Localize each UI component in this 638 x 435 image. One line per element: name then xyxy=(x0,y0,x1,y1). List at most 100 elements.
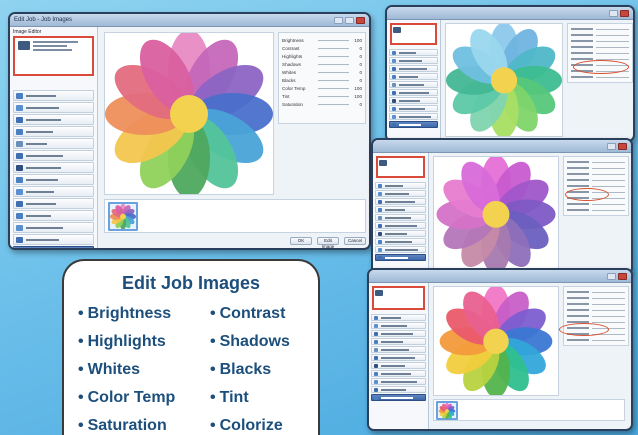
adjustment-slider[interactable] xyxy=(592,173,625,175)
sidebar-menu-item[interactable] xyxy=(371,314,426,321)
adjustment-slider[interactable] xyxy=(592,185,625,187)
adjustment-slider[interactable] xyxy=(592,339,625,341)
sidebar-menu-item[interactable] xyxy=(389,97,438,104)
adjustment-row[interactable] xyxy=(568,74,632,80)
close-button[interactable] xyxy=(620,9,629,17)
adjustment-slider[interactable] xyxy=(318,39,349,41)
job-card[interactable] xyxy=(13,36,94,76)
sidebar-menu-item[interactable] xyxy=(389,65,438,72)
adjustment-slider[interactable] xyxy=(592,161,625,163)
maximize-button[interactable] xyxy=(345,16,354,24)
ok-button[interactable]: OK xyxy=(290,237,312,245)
sidebar-menu-item[interactable] xyxy=(371,362,426,369)
sidebar-menu-item[interactable] xyxy=(13,198,94,209)
close-button[interactable] xyxy=(356,16,365,24)
sidebar-menu-item[interactable] xyxy=(13,126,94,137)
edit-image-button[interactable]: Edit Image xyxy=(317,237,339,248)
adjustment-slider[interactable] xyxy=(592,309,625,311)
adjustment-row[interactable] xyxy=(564,337,628,343)
cancel-button[interactable]: Cancel xyxy=(344,237,366,245)
sidebar-menu-item[interactable] xyxy=(13,246,94,248)
sidebar-menu-item[interactable] xyxy=(389,89,438,96)
adjustment-slider[interactable] xyxy=(592,167,625,169)
adjustment-slider[interactable] xyxy=(592,315,625,317)
sidebar-menu-item[interactable] xyxy=(389,113,438,120)
minimize-button[interactable] xyxy=(607,272,616,280)
sidebar-menu-item[interactable] xyxy=(371,394,426,401)
adjustment-row[interactable]: Highlights 0 xyxy=(279,52,365,60)
adjustment-slider[interactable] xyxy=(592,203,625,205)
job-card[interactable] xyxy=(376,156,425,178)
adjustment-slider[interactable] xyxy=(318,95,349,97)
adjustment-slider[interactable] xyxy=(318,63,349,65)
adjustment-slider[interactable] xyxy=(592,291,625,293)
sidebar-menu-item[interactable] xyxy=(389,121,438,128)
minimize-button[interactable] xyxy=(334,16,343,24)
sidebar-menu-item[interactable] xyxy=(13,162,94,173)
close-button[interactable] xyxy=(618,142,627,150)
adjustment-slider[interactable] xyxy=(318,47,349,49)
sidebar-menu-item[interactable] xyxy=(13,90,94,101)
sidebar-menu-item[interactable] xyxy=(371,322,426,329)
sidebar-menu-item[interactable] xyxy=(375,198,426,205)
adjustment-slider[interactable] xyxy=(318,103,349,105)
sidebar-menu-item[interactable] xyxy=(13,222,94,233)
sidebar-menu-item[interactable] xyxy=(371,378,426,385)
adjustment-row[interactable]: Brightness 100 xyxy=(279,36,365,44)
adjustment-row[interactable]: Tint 100 xyxy=(279,92,365,100)
job-card[interactable] xyxy=(390,23,437,45)
image-thumbnail[interactable] xyxy=(436,401,458,420)
sidebar-menu-item[interactable] xyxy=(13,174,94,185)
adjustment-row[interactable]: Contrast 0 xyxy=(279,44,365,52)
sidebar-menu-item[interactable] xyxy=(389,105,438,112)
minimize-button[interactable] xyxy=(609,9,618,17)
adjustment-row[interactable]: Color Temp 100 xyxy=(279,84,365,92)
adjustment-row[interactable] xyxy=(564,207,628,213)
adjustment-slider[interactable] xyxy=(592,297,625,299)
adjustment-slider[interactable] xyxy=(318,87,349,89)
adjustment-slider[interactable] xyxy=(318,79,349,81)
sidebar-menu-item[interactable] xyxy=(371,370,426,377)
adjustment-slider[interactable] xyxy=(592,321,625,323)
sidebar-menu-item[interactable] xyxy=(389,73,438,80)
sidebar-menu-item[interactable] xyxy=(13,150,94,161)
sidebar-menu-item[interactable] xyxy=(389,81,438,88)
sidebar-menu-item[interactable] xyxy=(389,49,438,56)
sidebar-menu-item[interactable] xyxy=(375,246,426,253)
adjustment-slider[interactable] xyxy=(592,179,625,181)
adjustment-row[interactable]: Whites 0 xyxy=(279,68,365,76)
adjustment-slider[interactable] xyxy=(318,55,349,57)
sidebar-menu-item[interactable] xyxy=(389,57,438,64)
sidebar-menu-item[interactable] xyxy=(375,214,426,221)
sidebar-menu-item[interactable] xyxy=(13,186,94,197)
sidebar-menu-item[interactable] xyxy=(371,386,426,393)
sidebar-menu-item[interactable] xyxy=(371,346,426,353)
sidebar-menu-item[interactable] xyxy=(375,190,426,197)
sidebar-menu-item[interactable] xyxy=(13,114,94,125)
adjustment-row[interactable]: Shadows 0 xyxy=(279,60,365,68)
sidebar-menu-item[interactable] xyxy=(375,238,426,245)
sidebar-menu-item[interactable] xyxy=(371,330,426,337)
sidebar-menu-item[interactable] xyxy=(375,254,426,261)
adjustment-slider[interactable] xyxy=(596,28,629,30)
sidebar-menu-item[interactable] xyxy=(375,230,426,237)
sidebar-menu-item[interactable] xyxy=(13,138,94,149)
adjustment-slider[interactable] xyxy=(318,71,349,73)
adjustment-slider[interactable] xyxy=(596,76,629,78)
adjustment-slider[interactable] xyxy=(596,34,629,36)
sidebar-menu-item[interactable] xyxy=(13,234,94,245)
sidebar-menu-item[interactable] xyxy=(371,354,426,361)
close-button[interactable] xyxy=(618,272,627,280)
sidebar-menu-item[interactable] xyxy=(375,222,426,229)
adjustment-slider[interactable] xyxy=(596,52,629,54)
sidebar-menu-item[interactable] xyxy=(375,182,426,189)
sidebar-menu-item[interactable] xyxy=(13,102,94,113)
job-card[interactable] xyxy=(372,286,425,310)
sidebar-menu-item[interactable] xyxy=(375,206,426,213)
adjustment-slider[interactable] xyxy=(592,303,625,305)
minimize-button[interactable] xyxy=(607,142,616,150)
image-thumbnail[interactable] xyxy=(108,202,138,231)
adjustment-slider[interactable] xyxy=(596,46,629,48)
adjustment-slider[interactable] xyxy=(592,209,625,211)
adjustment-slider[interactable] xyxy=(596,40,629,42)
